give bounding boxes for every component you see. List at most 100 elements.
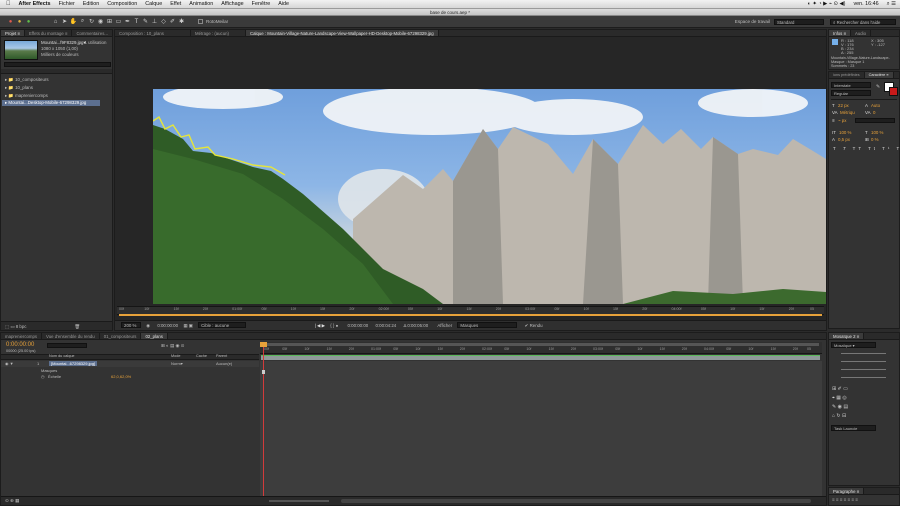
menu-fenetre[interactable]: Fenêtre [248, 1, 275, 7]
paragraph-align-icons[interactable]: ≡ ≡ ≡ ≡ ≡ ≡ ≡ [832, 497, 858, 502]
toggle-switches-icon[interactable]: ⊙ ⊕ ▦ [5, 498, 19, 504]
stroke-width-value[interactable]: ~ px [838, 118, 846, 123]
stroke-color-swatch[interactable] [889, 87, 898, 96]
menu-animation[interactable]: Animation [185, 1, 217, 7]
tab-character[interactable]: Caractère ≡ [864, 72, 894, 78]
menu-fichier[interactable]: Fichier [55, 1, 79, 7]
task-launch-select[interactable]: Task Launcie [831, 425, 876, 431]
baseline-value[interactable]: 0,5 px [838, 137, 850, 142]
stopwatch-icon[interactable]: ◷ [41, 374, 45, 379]
layer-name[interactable]: [Mountai...67298329.jpg] [49, 361, 98, 366]
list-item[interactable]: ▸ Mountai...Desktop-Mobile-67298329.jpg [2, 100, 100, 106]
menu-aide[interactable]: Aide [274, 1, 293, 7]
menu-effet[interactable]: Effet [166, 1, 185, 7]
work-area-bar[interactable] [262, 343, 819, 346]
current-time-head[interactable] [260, 342, 267, 347]
roto-tool-icon[interactable]: ✐ [168, 18, 177, 25]
faux-italic-button[interactable]: T [843, 146, 849, 151]
zoom-select[interactable]: 200 % [121, 322, 141, 328]
help-search-input[interactable]: ⌕ Rechercher dans l'aide [830, 18, 896, 25]
viewer-timecode[interactable]: 0:00:00:00 [157, 323, 178, 328]
project-search-input[interactable] [4, 62, 111, 67]
list-item[interactable]: ▸ 📁 10_compositeurs [5, 77, 49, 83]
in-point-icon[interactable]: { } ● [330, 323, 338, 328]
menu-affichage[interactable]: Affichage [217, 1, 247, 7]
tab-timeline-3[interactable]: 01_compositeurs [100, 333, 142, 339]
timeline-scrollbar[interactable] [341, 499, 811, 503]
layer-visibility-icon[interactable]: ◉ ▼ [5, 361, 14, 366]
menu-app[interactable]: After Effects [15, 1, 55, 7]
font-size-value[interactable]: 22 px [838, 103, 849, 108]
superscript-button[interactable]: T¹ [882, 146, 892, 151]
tab-presets[interactable]: ions prédéfinies [829, 72, 865, 78]
tab-project[interactable]: Projet ≡ [1, 30, 25, 36]
trash-icon[interactable]: 🗑 [75, 324, 81, 329]
workspace-select[interactable]: Standard [774, 18, 824, 25]
tab-footage[interactable]: Métrage : (aucun) [191, 30, 246, 36]
playback-controls[interactable]: ❘◀ ▶ [313, 323, 325, 328]
time-in[interactable]: 0:00:00:00 [347, 323, 368, 328]
layer-mode[interactable]: Norm▾ [171, 361, 183, 366]
font-family-select[interactable]: Interstate [831, 82, 871, 88]
mosaic-slider-3[interactable] [841, 369, 886, 370]
zoom-window-icon[interactable]: ● [24, 19, 33, 25]
mosaic-slider-1[interactable] [841, 353, 886, 354]
list-item[interactable]: ▸ 📁 10_plans [5, 85, 33, 91]
tab-paragraph[interactable]: Paragraphe ≡ [829, 488, 865, 494]
list-item[interactable]: ▸ 📁 mapreniercomps [5, 93, 48, 99]
zoom-slider[interactable] [269, 500, 329, 502]
puppet-tool-icon[interactable]: ✱ [177, 18, 186, 25]
col-cache-header[interactable]: Cache [196, 354, 207, 358]
tab-timeline-1[interactable]: mapreniercomps [1, 333, 43, 339]
track-area[interactable] [260, 361, 822, 497]
tab-audio[interactable]: Audio [851, 30, 872, 36]
current-time-indicator[interactable] [263, 342, 264, 497]
col-parent-header[interactable]: Parent [216, 354, 227, 358]
close-window-icon[interactable]: ● [6, 19, 15, 25]
small-caps-button[interactable]: Tt [868, 146, 878, 151]
hand-tool-icon[interactable]: ✋ [69, 18, 78, 25]
time-out[interactable]: 0:00:04:24 [375, 323, 396, 328]
tab-mosaic[interactable]: Mosaïque 2 ≡ [829, 333, 865, 339]
render-checkbox[interactable]: ✔ [525, 323, 529, 328]
brush-tool-icon[interactable]: ✎ [141, 18, 150, 25]
horizontal-scale-value[interactable]: 100 % [871, 130, 883, 135]
eyedropper-icon[interactable]: ✎ [876, 84, 880, 90]
tab-comments[interactable]: Commentaires... [72, 30, 113, 36]
vertical-scale-value[interactable]: 100 % [839, 130, 851, 135]
timeline-timecode[interactable]: 0:00:00:00 [6, 342, 34, 348]
all-caps-button[interactable]: TT [853, 146, 864, 151]
minimize-window-icon[interactable]: ● [15, 19, 24, 25]
camera-tool-icon[interactable]: ◉ [96, 18, 105, 25]
rotate-tool-icon[interactable]: ↻ [87, 18, 96, 25]
col-mode-header[interactable]: Mode [171, 354, 181, 358]
region-icon[interactable]: ▦ ▣ [183, 323, 193, 328]
menu-composition[interactable]: Composition [103, 1, 141, 7]
text-style-buttons[interactable]: T T TT Tt T¹ T₁ [833, 146, 900, 151]
masks-group[interactable]: Masques [41, 368, 57, 373]
pen-tool-icon[interactable]: ✒ [123, 18, 132, 25]
tab-info[interactable]: Infos ≡ [829, 30, 852, 36]
leading-value[interactable]: Auto [871, 103, 880, 108]
timeline-search-input[interactable] [47, 343, 87, 348]
layer-image[interactable] [153, 89, 826, 304]
bit-depth-label[interactable]: 8 bpc [16, 324, 27, 329]
col-name-header[interactable]: Nom du calque [49, 354, 75, 358]
show-select[interactable]: Masques [457, 322, 518, 328]
target-select[interactable]: Cible : aucune [198, 322, 247, 328]
menu-edition[interactable]: Edition [79, 1, 103, 7]
keyframe-marker[interactable] [262, 370, 265, 374]
home-icon[interactable]: ⌂ [51, 19, 60, 25]
layer-work-area-bar[interactable] [119, 314, 822, 316]
mosaic-slider-4[interactable] [841, 377, 886, 378]
mosaic-select[interactable]: Mosaïque ▾ [831, 342, 876, 348]
status-icons[interactable]: ◐ ✦ ◔ ▶ ⌁ ⊙ ◀) [804, 1, 850, 7]
pan-behind-tool-icon[interactable]: ⊞ [105, 18, 114, 25]
tab-composition[interactable]: Composition : 10_plans [115, 30, 191, 36]
tracker-icons[interactable]: ⊞ ✐ ▭ ⌖ ▦ ◎ ✎ ◉ ▤ ⌂ ↻ ⊟ [832, 385, 848, 421]
kerning-value[interactable]: Métriqu [840, 110, 855, 115]
snapshot-icon[interactable]: ◉ [146, 323, 150, 328]
tab-timeline-2[interactable]: Vue d'ensemble du rendu [42, 333, 100, 339]
scale-value[interactable]: 62,0,62,0% [111, 374, 131, 379]
mask-tool-icon[interactable]: ▭ [114, 18, 123, 25]
